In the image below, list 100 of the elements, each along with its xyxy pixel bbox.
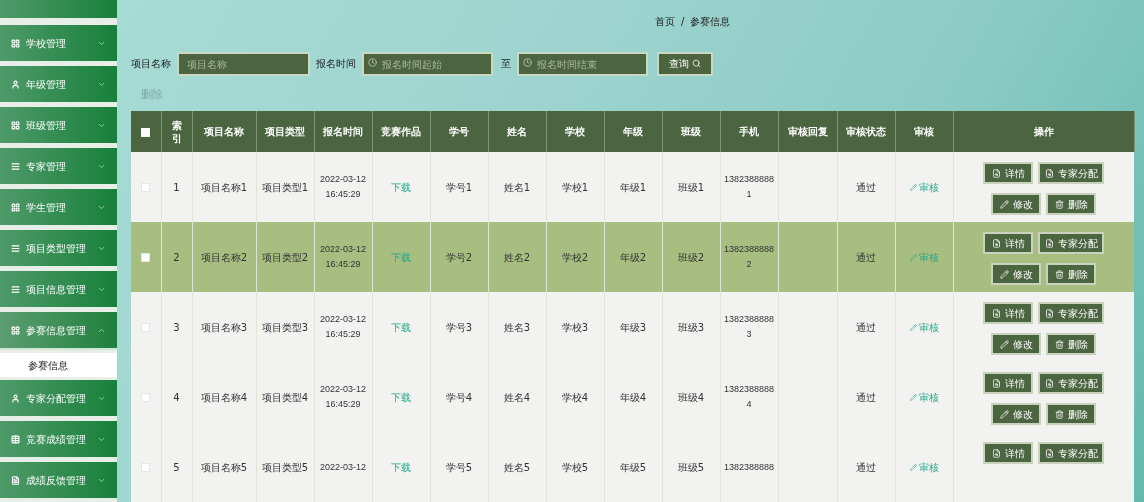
table-cell: 1 — [173, 181, 180, 193]
table-cell: 学校4 — [561, 391, 589, 403]
table-row[interactable]: 3 项目名称3 项目类型3 2022-03-12 16:45:29 下载 学号3 姓名3 学校3 年级3 班级3 13823888883 通过 审核 详情 专家分配 修改 删除 — [131, 292, 1134, 362]
edit-button[interactable]: 修改 — [991, 333, 1042, 355]
checkbox[interactable] — [141, 183, 151, 192]
checkbox[interactable] — [141, 253, 151, 262]
breadcrumb-separator: / — [681, 15, 685, 30]
list-icon — [11, 284, 20, 294]
date-field[interactable]: 报名时间起始 — [362, 52, 493, 77]
table-cell: 年级1 — [619, 181, 647, 193]
assign-expert-button[interactable]: 专家分配 — [1038, 442, 1105, 464]
field-label: 项目名称 — [131, 57, 171, 72]
document-icon — [991, 448, 1001, 458]
pencil-icon — [999, 199, 1009, 209]
table-cell-text: 1382388888 — [723, 461, 775, 474]
column-header: 审核状态 — [846, 126, 886, 137]
table-cell: 5 — [173, 461, 180, 473]
grid-icon — [11, 202, 20, 212]
details-button[interactable]: 详情 — [983, 232, 1034, 254]
document-icon — [1044, 308, 1054, 318]
checkbox[interactable] — [141, 463, 151, 472]
search-button[interactable]: 查询 — [657, 51, 713, 76]
table-row[interactable]: 1 项目名称1 项目类型1 2022-03-12 16:45:29 下载 学号1 姓名1 学校1 年级1 班级1 13823888881 通过 审核 详情 专家分配 修改 删除 — [131, 152, 1134, 222]
column-header: 手机 — [739, 126, 759, 137]
edit-button[interactable]: 修改 — [991, 403, 1042, 425]
document-icon — [1044, 378, 1054, 388]
sidebar-item[interactable]: 参赛信息管理 — [0, 312, 117, 350]
delete-button[interactable]: 删除 — [1046, 333, 1097, 355]
edit-button[interactable]: 修改 — [991, 193, 1042, 215]
grid-icon — [11, 120, 20, 130]
sidebar-item[interactable]: 专家分配管理 — [0, 380, 117, 418]
sidebar-item[interactable]: 年级管理 — [0, 66, 117, 104]
sidebar-item[interactable]: 专家管理 — [0, 148, 117, 186]
document-icon — [1044, 238, 1054, 248]
breadcrumb-link[interactable]: 首页 — [655, 14, 676, 30]
document-icon — [991, 168, 1001, 178]
column-header: 年级 — [623, 126, 643, 137]
delete-button[interactable]: 删除 — [1046, 403, 1097, 425]
table-cell: 项目类型5 — [261, 461, 309, 473]
document-icon — [991, 238, 1001, 248]
checkbox[interactable] — [141, 323, 151, 332]
sidebar-item[interactable]: 项目类型管理 — [0, 230, 117, 268]
table-cell: 班级4 — [677, 391, 705, 403]
table-row[interactable]: 5 项目名称5 项目类型5 2022-03-12 下载 学号5 姓名5 学校5 年级5 班级5 1382388888 通过 审核 详情 专家分配 — [131, 432, 1134, 502]
table-cell: 年级2 — [619, 251, 647, 263]
table-cell-text: 13823888882 — [723, 243, 775, 271]
column-header: 审核回复 — [787, 126, 828, 137]
sidebar-item[interactable]: 成绩反馈管理 — [0, 462, 117, 500]
table-cell: 通过 — [856, 181, 876, 193]
delete-button[interactable]: 删除 — [1046, 263, 1097, 285]
table-cell-text: 13823888884 — [723, 383, 775, 411]
table-cell: 学号2 — [445, 251, 473, 263]
field-label: 报名时间 — [316, 57, 356, 72]
column-header: 学校 — [565, 126, 585, 137]
checkbox[interactable] — [141, 393, 151, 402]
sidebar-item[interactable]: 学校管理 — [0, 25, 117, 63]
person-icon — [11, 79, 20, 89]
table-cell-text: 2022-03-12 16:45:29 — [318, 313, 367, 341]
table-cell: 学号5 — [445, 461, 473, 473]
assign-expert-button[interactable]: 专家分配 — [1038, 162, 1105, 184]
details-button[interactable]: 详情 — [983, 372, 1034, 394]
search-field[interactable]: 项目名称 — [177, 52, 310, 77]
table-cell: 项目类型3 — [261, 321, 309, 333]
checkbox[interactable] — [141, 127, 151, 137]
table-cell: 学号1 — [445, 181, 473, 193]
column-header: 班级 — [681, 126, 701, 137]
table-cell: 4 — [173, 391, 180, 403]
table-cell: 学号3 — [445, 321, 473, 333]
assign-expert-button[interactable]: 专家分配 — [1038, 232, 1105, 254]
table-row[interactable]: 4 项目名称4 项目类型4 2022-03-12 16:45:29 下载 学号4 姓名4 学校4 年级4 班级4 13823888884 通过 审核 详情 专家分配 修改 删除 — [131, 362, 1134, 432]
details-button[interactable]: 详情 — [983, 442, 1034, 464]
column-header: 审核 — [914, 126, 934, 137]
search-icon — [692, 59, 701, 69]
edit-button[interactable]: 修改 — [991, 263, 1042, 285]
table-row[interactable]: 2 项目名称2 项目类型2 2022-03-12 16:45:29 下载 学号2 姓名2 学校2 年级2 班级2 13823888882 通过 审核 详情 专家分配 修改 删除 — [131, 222, 1134, 292]
table-cell: 年级5 — [619, 461, 647, 473]
sidebar-item[interactable]: 项目信息管理 — [0, 271, 117, 309]
table-cell: 学校5 — [561, 461, 589, 473]
document-icon — [991, 308, 1001, 318]
table-cell: 项目类型1 — [261, 181, 309, 193]
table-cell: 姓名2 — [503, 251, 531, 263]
sidebar-item[interactable]: 班级管理 — [0, 107, 117, 145]
details-button[interactable]: 详情 — [983, 302, 1034, 324]
date-field[interactable]: 报名时间结束 — [517, 52, 648, 77]
table-cell: 项目名称5 — [200, 461, 248, 473]
sidebar-item[interactable] — [0, 0, 117, 20]
breadcrumb-current: 参赛信息 — [690, 15, 731, 30]
table-cell-text: 2022-03-12 16:45:29 — [318, 243, 367, 271]
sidebar-item[interactable]: 学生管理 — [0, 189, 117, 227]
column-header: 项目类型 — [265, 126, 305, 137]
table-cell: 姓名5 — [503, 461, 531, 473]
table-cell: 学号4 — [445, 391, 473, 403]
details-button[interactable]: 详情 — [983, 162, 1034, 184]
assign-expert-button[interactable]: 专家分配 — [1038, 302, 1105, 324]
assign-expert-button[interactable]: 专家分配 — [1038, 372, 1105, 394]
delete-button[interactable]: 删除 — [1046, 193, 1097, 215]
sidebar-item[interactable]: 竞赛成绩管理 — [0, 421, 117, 459]
column-header: 报名时间 — [323, 126, 363, 137]
sidebar-subitem[interactable]: 参赛信息 — [0, 353, 117, 377]
pencil-icon — [909, 183, 917, 191]
